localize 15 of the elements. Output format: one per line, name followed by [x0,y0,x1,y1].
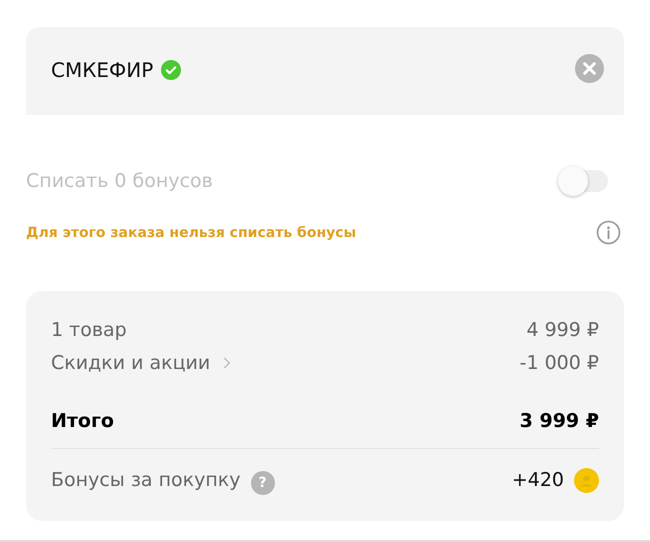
warning-text: Для этого заказа нельзя списать бонусы [26,224,356,240]
clear-icon[interactable] [575,54,604,83]
row-label: Итого [51,410,114,432]
coin-icon [574,468,599,492]
info-icon[interactable] [596,220,621,245]
promo-code-field[interactable]: СМКЕФИР [26,27,624,115]
row-value: -1 000 ₽ [520,352,599,374]
row-label: Бонусы за покупку [51,469,241,491]
row-value: +420 [512,469,564,491]
promo-code: СМКЕФИР [51,58,154,82]
discounts-link[interactable]: Скидки и акции [51,352,210,374]
row-label: 1 товар [51,318,127,340]
row-value: 4 999 ₽ [526,318,599,340]
row-value: 3 999 ₽ [520,410,599,432]
bonus-label: Списать 0 бонусов [26,170,213,192]
